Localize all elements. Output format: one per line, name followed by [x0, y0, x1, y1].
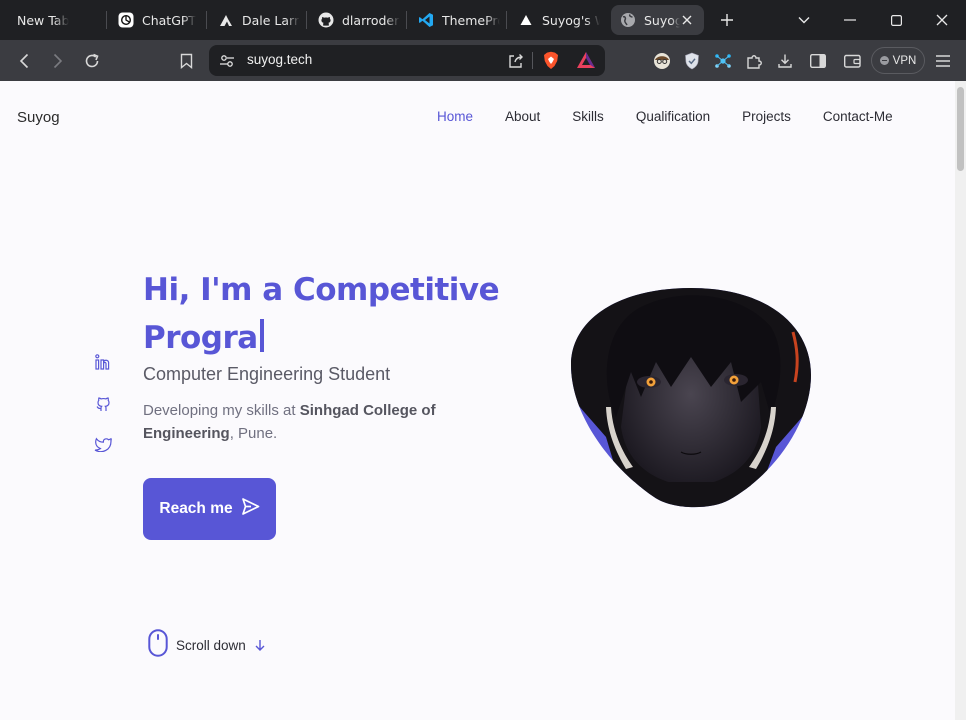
share-icon[interactable]: [507, 52, 525, 70]
typing-caret: [259, 319, 264, 352]
globe-icon: [620, 12, 636, 28]
reach-me-button[interactable]: Reach me: [143, 478, 276, 540]
tab-suyog-active[interactable]: Suyog: [611, 5, 704, 35]
tab-themepro[interactable]: ThemePro: [418, 5, 500, 35]
download-icon[interactable]: [773, 49, 797, 73]
sidebar-toggle-icon[interactable]: [806, 49, 830, 73]
brave-shields-icon[interactable]: [542, 51, 560, 70]
browser-toolbar: suyog.tech VPN: [0, 40, 966, 81]
linkedin-icon[interactable]: [94, 353, 112, 371]
tab-divider: [506, 11, 507, 29]
extensions-puzzle-icon[interactable]: [742, 49, 766, 73]
url-text[interactable]: suyog.tech: [247, 52, 312, 67]
tab-divider: [306, 11, 307, 29]
tab-divider: [206, 11, 207, 29]
nav-projects[interactable]: Projects: [742, 109, 791, 124]
nav-qualification[interactable]: Qualification: [636, 109, 710, 124]
vpn-button[interactable]: VPN: [871, 47, 925, 74]
scroll-down-link[interactable]: Scroll down: [148, 629, 266, 661]
scroll-down-label: Scroll down: [176, 637, 246, 653]
tab-strip: New Tab ChatGPT Dale Larroder dlarroder/…: [0, 0, 966, 40]
tab-dale-larroder[interactable]: Dale Larroder: [218, 5, 300, 35]
wallet-icon[interactable]: [840, 49, 864, 73]
network-extension-icon[interactable]: [711, 49, 735, 73]
site-logo[interactable]: Suyog: [17, 109, 60, 126]
tab-label: New Tab: [17, 12, 70, 28]
maximize-button[interactable]: [884, 8, 908, 32]
new-tab-button[interactable]: [716, 9, 738, 31]
tab-github-dlarroder[interactable]: dlarroder/: [318, 5, 400, 35]
reload-button[interactable]: [80, 49, 104, 73]
profile-avatar: [571, 287, 811, 511]
omnibox-divider: [532, 52, 533, 69]
desc-suffix: , Pune.: [229, 425, 278, 442]
reach-me-label: Reach me: [159, 500, 233, 517]
extension-profile-icon[interactable]: [650, 49, 674, 73]
vpn-status-icon: [879, 56, 889, 65]
scrollbar-thumb[interactable]: [957, 87, 964, 171]
tab-label: Dale Larroder: [242, 12, 300, 28]
nav-about[interactable]: About: [505, 109, 540, 124]
page-scrollbar[interactable]: [955, 81, 966, 720]
hero-description: Developing my skills at Sinhgad College …: [143, 399, 493, 445]
tab-label: dlarroder/: [342, 12, 400, 28]
hero-title: Hi, I'm a Competitive Progra: [143, 266, 543, 362]
tab-suyogs-website[interactable]: Suyog's W: [518, 5, 600, 35]
forward-button[interactable]: [46, 49, 70, 73]
chatgpt-icon: [118, 12, 134, 28]
vercel-icon: [518, 12, 534, 28]
arrow-down-icon: [254, 639, 266, 651]
main-nav: Home About Skills Qualification Projects…: [437, 109, 893, 124]
mouse-icon: [148, 629, 168, 661]
nav-home[interactable]: Home: [437, 109, 473, 124]
page-viewport: Suyog Home About Skills Qualification Pr…: [0, 81, 955, 720]
twitter-icon[interactable]: [94, 435, 112, 453]
tab-label: Suyog's W: [542, 12, 600, 28]
vpn-label: VPN: [892, 54, 917, 67]
tab-search-chevron-icon[interactable]: [792, 8, 816, 32]
close-window-button[interactable]: [930, 8, 954, 32]
tab-new-tab[interactable]: New Tab: [8, 5, 100, 35]
nav-skills[interactable]: Skills: [572, 109, 604, 124]
send-icon: [241, 497, 260, 521]
bookmark-icon[interactable]: [174, 49, 198, 73]
nav-contact-me[interactable]: Contact-Me: [823, 109, 893, 124]
shield-extension-icon[interactable]: [680, 49, 704, 73]
tab-chatgpt[interactable]: ChatGPT: [118, 5, 200, 35]
tab-divider: [106, 11, 107, 29]
tab-label: ChatGPT: [142, 12, 197, 28]
github-icon[interactable]: [94, 394, 112, 412]
tab-divider: [406, 11, 407, 29]
vscode-icon: [418, 12, 434, 28]
hero-subtitle: Computer Engineering Student: [143, 364, 391, 384]
desc-prefix: Developing my skills at: [143, 402, 300, 419]
tab-label: Suyog: [644, 12, 680, 28]
address-bar[interactable]: suyog.tech: [209, 45, 605, 76]
github-icon: [318, 12, 334, 28]
site-settings-icon[interactable]: [219, 53, 235, 69]
tab-label: ThemePro: [442, 12, 500, 28]
dale-logo-icon: [218, 12, 234, 28]
tab-close-icon[interactable]: [679, 12, 695, 28]
rewards-icon[interactable]: [576, 51, 596, 69]
minimize-button[interactable]: [838, 8, 862, 32]
hero-title-text: Hi, I'm a Competitive Progra: [143, 272, 500, 356]
back-button[interactable]: [12, 49, 36, 73]
menu-icon[interactable]: [931, 49, 955, 73]
